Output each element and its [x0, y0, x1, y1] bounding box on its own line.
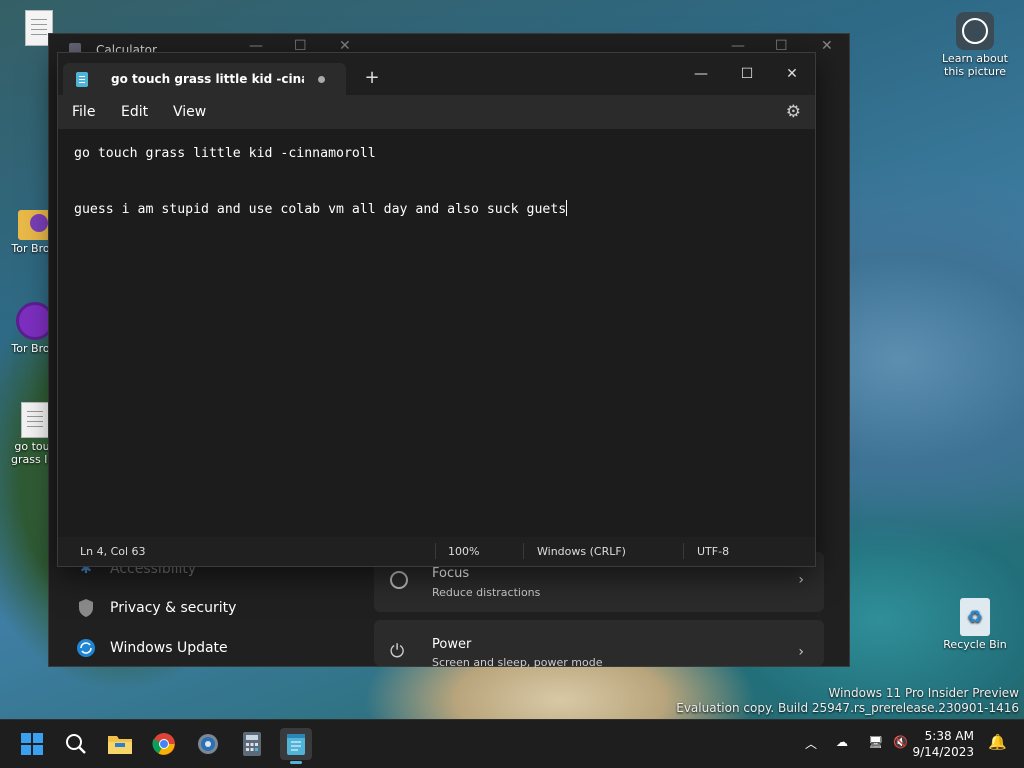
settings-nav-privacy-security[interactable]: Privacy & security	[76, 598, 236, 618]
settings-nav-label: Windows Update	[110, 640, 228, 656]
card-title: Focus	[432, 566, 470, 581]
new-tab-button[interactable]: +	[362, 67, 382, 88]
text-line-1: go touch grass little kid -cinnamoroll	[74, 146, 376, 161]
menu-file[interactable]: File	[72, 104, 95, 120]
chrome-icon[interactable]	[148, 728, 180, 760]
folder-icon	[18, 210, 52, 240]
status-line-ending: Windows (CRLF)	[537, 545, 626, 558]
gear-icon[interactable]: ⚙	[786, 102, 801, 122]
menu-bar: File Edit View ⚙	[58, 95, 815, 129]
tab-document[interactable]: go touch grass little kid -cinamonr	[63, 63, 346, 95]
tab-bar: go touch grass little kid -cinamonr + — …	[58, 53, 815, 95]
minimize-button[interactable]: —	[678, 59, 724, 89]
status-zoom: 100%	[448, 545, 480, 558]
status-encoding: UTF-8	[697, 545, 730, 558]
settings-icon[interactable]	[192, 728, 224, 760]
clock[interactable]: 5:38 AM 9/14/2023	[912, 728, 974, 760]
text-line-1-content: go touch grass little kid -cinnamoroll	[74, 146, 376, 161]
desktop-icon-label: Learn about this picture	[942, 52, 1008, 78]
onedrive-icon[interactable]: ☁	[836, 735, 848, 749]
text-caret	[566, 200, 568, 216]
taskbar: ︿ ☁ 🖥 🔇 5:38 AM 9/14/2023 🔔	[0, 719, 1024, 768]
settings-card-power[interactable]: ⏻ Power Screen and sleep, power mode ›	[374, 620, 824, 669]
close-button[interactable]: ✕	[769, 59, 815, 89]
status-separator	[683, 543, 684, 559]
watermark-line-2: Evaluation copy. Build 25947.rs_prerelea…	[676, 701, 1019, 715]
document-icon	[21, 402, 49, 438]
network-icon[interactable]: 🖥	[868, 735, 883, 749]
power-icon: ⏻	[390, 641, 405, 662]
chevron-up-icon[interactable]: ︿	[805, 735, 817, 752]
desktop-icon-recycle-bin[interactable]: ♻ Recycle Bin	[940, 598, 1010, 651]
settings-nav-label: Privacy & security	[110, 600, 237, 616]
status-separator	[523, 543, 524, 559]
settings-nav-windows-update[interactable]: Windows Update	[76, 638, 228, 658]
tab-title: go touch grass little kid -cinamonr	[111, 72, 304, 86]
status-bar: Ln 4, Col 63 100% Windows (CRLF) UTF-8	[58, 537, 815, 566]
card-subtitle: Screen and sleep, power mode	[432, 656, 603, 669]
text-line-4: guess i am stupid and use colab vm all d…	[74, 200, 568, 217]
chevron-right-icon: ›	[798, 644, 804, 660]
windows-watermark: Windows 11 Pro Insider Preview Evaluatio…	[676, 686, 1019, 716]
text-editor[interactable]: go touch grass little kid -cinnamoroll g…	[58, 129, 815, 537]
recycle-bin-icon: ♻	[960, 598, 990, 636]
desktop-icon-label: Recycle Bin	[943, 638, 1007, 651]
menu-edit[interactable]: Edit	[121, 104, 148, 120]
clock-time: 5:38 AM	[924, 729, 974, 743]
card-title: Power	[432, 637, 472, 652]
file-explorer-icon[interactable]	[104, 728, 136, 760]
focus-icon	[390, 571, 408, 589]
calculator-icon[interactable]	[236, 728, 268, 760]
start-icon[interactable]	[16, 728, 48, 760]
clock-date: 9/14/2023	[912, 745, 974, 759]
volume-muted-icon[interactable]: 🔇	[893, 735, 908, 749]
notepad-window[interactable]: go touch grass little kid -cinamonr + — …	[57, 52, 816, 567]
search-icon[interactable]	[60, 728, 92, 760]
card-subtitle: Reduce distractions	[432, 586, 541, 599]
menu-view[interactable]: View	[173, 104, 206, 120]
maximize-button[interactable]: ☐	[724, 59, 770, 89]
chevron-right-icon: ›	[798, 572, 804, 588]
desktop-icon-learn-about-picture[interactable]: Learn about this picture	[940, 12, 1010, 78]
notification-bell-icon[interactable]: 🔔	[988, 733, 1007, 751]
camera-icon	[956, 12, 994, 50]
refresh-icon	[76, 638, 96, 658]
notepad-icon[interactable]	[280, 728, 312, 764]
status-separator	[435, 543, 436, 559]
notepad-icon	[76, 71, 88, 87]
watermark-line-1: Windows 11 Pro Insider Preview	[828, 686, 1019, 700]
unsaved-indicator-icon[interactable]	[318, 75, 325, 83]
status-position: Ln 4, Col 63	[80, 545, 146, 558]
text-line-4-content: guess i am stupid and use colab vm all d…	[74, 202, 567, 217]
settings-close-icon[interactable]: ✕	[821, 38, 833, 54]
shield-icon	[76, 598, 96, 618]
